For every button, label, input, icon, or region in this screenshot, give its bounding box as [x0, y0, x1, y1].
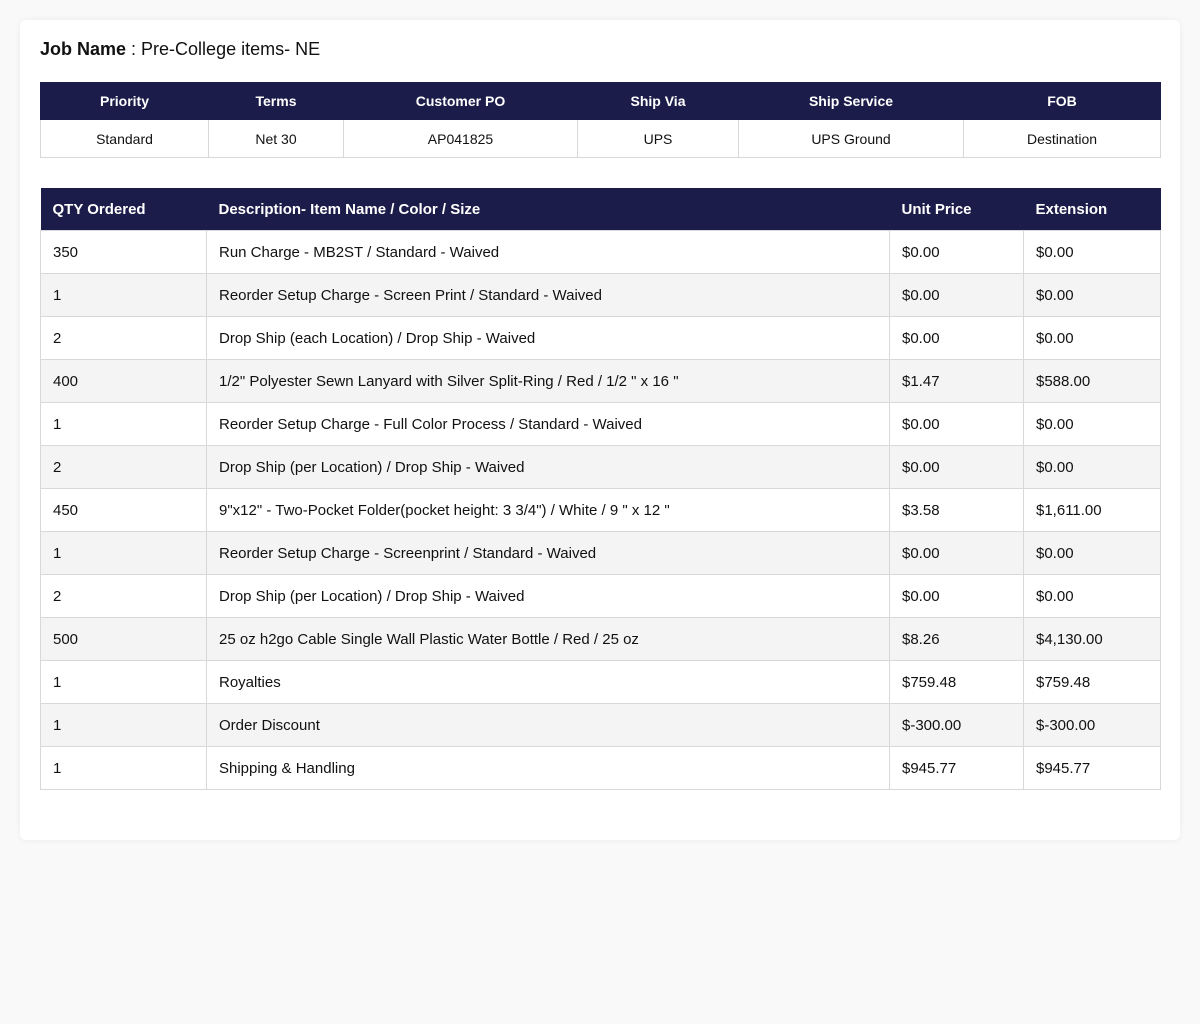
qty-ordered-header: QTY Ordered — [40, 188, 207, 231]
extension-cell: $0.00 — [1023, 316, 1161, 360]
extension-cell: $588.00 — [1023, 359, 1161, 403]
table-row: 1 Royalties $759.48 $759.48 — [40, 660, 1161, 704]
qty-cell: 1 — [40, 660, 207, 704]
table-row: 1 Order Discount $-300.00 $-300.00 — [40, 703, 1161, 747]
unit-price-cell: $945.77 — [889, 746, 1024, 790]
extension-cell: $0.00 — [1023, 273, 1161, 317]
unit-price-header: Unit Price — [889, 188, 1024, 231]
unit-price-cell: $3.58 — [889, 488, 1024, 532]
qty-cell: 2 — [40, 574, 207, 618]
qty-cell: 500 — [40, 617, 207, 661]
unit-price-cell: $0.00 — [889, 316, 1024, 360]
description-cell: Drop Ship (per Location) / Drop Ship - W… — [206, 574, 890, 618]
description-cell: 25 oz h2go Cable Single Wall Plastic Wat… — [206, 617, 890, 661]
table-row: 2 Drop Ship (per Location) / Drop Ship -… — [40, 574, 1161, 618]
description-cell: 1/2" Polyester Sewn Lanyard with Silver … — [206, 359, 890, 403]
extension-header: Extension — [1023, 188, 1161, 231]
unit-price-cell: $0.00 — [889, 574, 1024, 618]
extension-cell: $0.00 — [1023, 445, 1161, 489]
description-header: Description- Item Name / Color / Size — [206, 188, 890, 231]
job-name-separator: : — [126, 39, 142, 59]
description-cell: Shipping & Handling — [206, 746, 890, 790]
qty-cell: 1 — [40, 402, 207, 446]
extension-cell: $945.77 — [1023, 746, 1161, 790]
qty-cell: 1 — [40, 273, 207, 317]
unit-price-cell: $0.00 — [889, 531, 1024, 575]
table-row: 1 Reorder Setup Charge - Screen Print / … — [40, 273, 1161, 317]
ship-via-value: UPS — [577, 119, 739, 158]
qty-cell: 1 — [40, 703, 207, 747]
description-cell: Royalties — [206, 660, 890, 704]
unit-price-cell: $0.00 — [889, 273, 1024, 317]
table-row: 400 1/2" Polyester Sewn Lanyard with Sil… — [40, 359, 1161, 403]
terms-value: Net 30 — [208, 119, 344, 158]
extension-cell: $4,130.00 — [1023, 617, 1161, 661]
description-cell: Drop Ship (per Location) / Drop Ship - W… — [206, 445, 890, 489]
extension-cell: $1,611.00 — [1023, 488, 1161, 532]
order-info-header-row: Priority Terms Customer PO Ship Via Ship… — [40, 82, 1161, 120]
table-row: 2 Drop Ship (each Location) / Drop Ship … — [40, 316, 1161, 360]
description-cell: Reorder Setup Charge - Screen Print / St… — [206, 273, 890, 317]
table-row: 1 Reorder Setup Charge - Screenprint / S… — [40, 531, 1161, 575]
fob-value: Destination — [963, 119, 1161, 158]
unit-price-cell: $0.00 — [889, 445, 1024, 489]
ship-service-value: UPS Ground — [738, 119, 964, 158]
description-cell: Order Discount — [206, 703, 890, 747]
extension-cell: $0.00 — [1023, 574, 1161, 618]
qty-cell: 2 — [40, 445, 207, 489]
terms-header: Terms — [208, 82, 344, 120]
ship-service-header: Ship Service — [738, 82, 964, 120]
description-cell: Reorder Setup Charge - Screenprint / Sta… — [206, 531, 890, 575]
description-cell: Run Charge - MB2ST / Standard - Waived — [206, 230, 890, 274]
description-cell: Drop Ship (each Location) / Drop Ship - … — [206, 316, 890, 360]
line-items-table: QTY Ordered Description- Item Name / Col… — [40, 188, 1161, 790]
qty-cell: 2 — [40, 316, 207, 360]
customer-po-header: Customer PO — [343, 82, 578, 120]
job-name-value: Pre-College items- NE — [141, 39, 321, 59]
unit-price-cell: $0.00 — [889, 230, 1024, 274]
unit-price-cell: $1.47 — [889, 359, 1024, 403]
order-card: Job Name : Pre-College items- NE Priorit… — [20, 20, 1180, 840]
job-name-line: Job Name : Pre-College items- NE — [40, 39, 320, 59]
extension-cell: $0.00 — [1023, 402, 1161, 446]
qty-cell: 450 — [40, 488, 207, 532]
priority-value: Standard — [40, 119, 209, 158]
extension-cell: $0.00 — [1023, 531, 1161, 575]
table-row: 500 25 oz h2go Cable Single Wall Plastic… — [40, 617, 1161, 661]
job-name-label: Job Name — [40, 39, 127, 59]
description-cell: 9"x12" - Two-Pocket Folder(pocket height… — [206, 488, 890, 532]
order-info-value-row: Standard Net 30 AP041825 UPS UPS Ground … — [40, 119, 1161, 158]
qty-cell: 1 — [40, 746, 207, 790]
unit-price-cell: $-300.00 — [889, 703, 1024, 747]
qty-cell: 400 — [40, 359, 207, 403]
fob-header: FOB — [963, 82, 1161, 120]
table-row: 2 Drop Ship (per Location) / Drop Ship -… — [40, 445, 1161, 489]
description-cell: Reorder Setup Charge - Full Color Proces… — [206, 402, 890, 446]
customer-po-value: AP041825 — [343, 119, 578, 158]
line-items-header-row: QTY Ordered Description- Item Name / Col… — [40, 188, 1161, 231]
unit-price-cell: $8.26 — [889, 617, 1024, 661]
qty-cell: 1 — [40, 531, 207, 575]
extension-cell: $-300.00 — [1023, 703, 1161, 747]
ship-via-header: Ship Via — [577, 82, 739, 120]
priority-header: Priority — [40, 82, 209, 120]
order-info-table: Priority Terms Customer PO Ship Via Ship… — [40, 82, 1161, 158]
qty-cell: 350 — [40, 230, 207, 274]
table-row: 350 Run Charge - MB2ST / Standard - Waiv… — [40, 230, 1161, 274]
table-row: 1 Reorder Setup Charge - Full Color Proc… — [40, 402, 1161, 446]
extension-cell: $0.00 — [1023, 230, 1161, 274]
unit-price-cell: $759.48 — [889, 660, 1024, 704]
table-row: 450 9"x12" - Two-Pocket Folder(pocket he… — [40, 488, 1161, 532]
table-row: 1 Shipping & Handling $945.77 $945.77 — [40, 746, 1161, 790]
extension-cell: $759.48 — [1023, 660, 1161, 704]
unit-price-cell: $0.00 — [889, 402, 1024, 446]
